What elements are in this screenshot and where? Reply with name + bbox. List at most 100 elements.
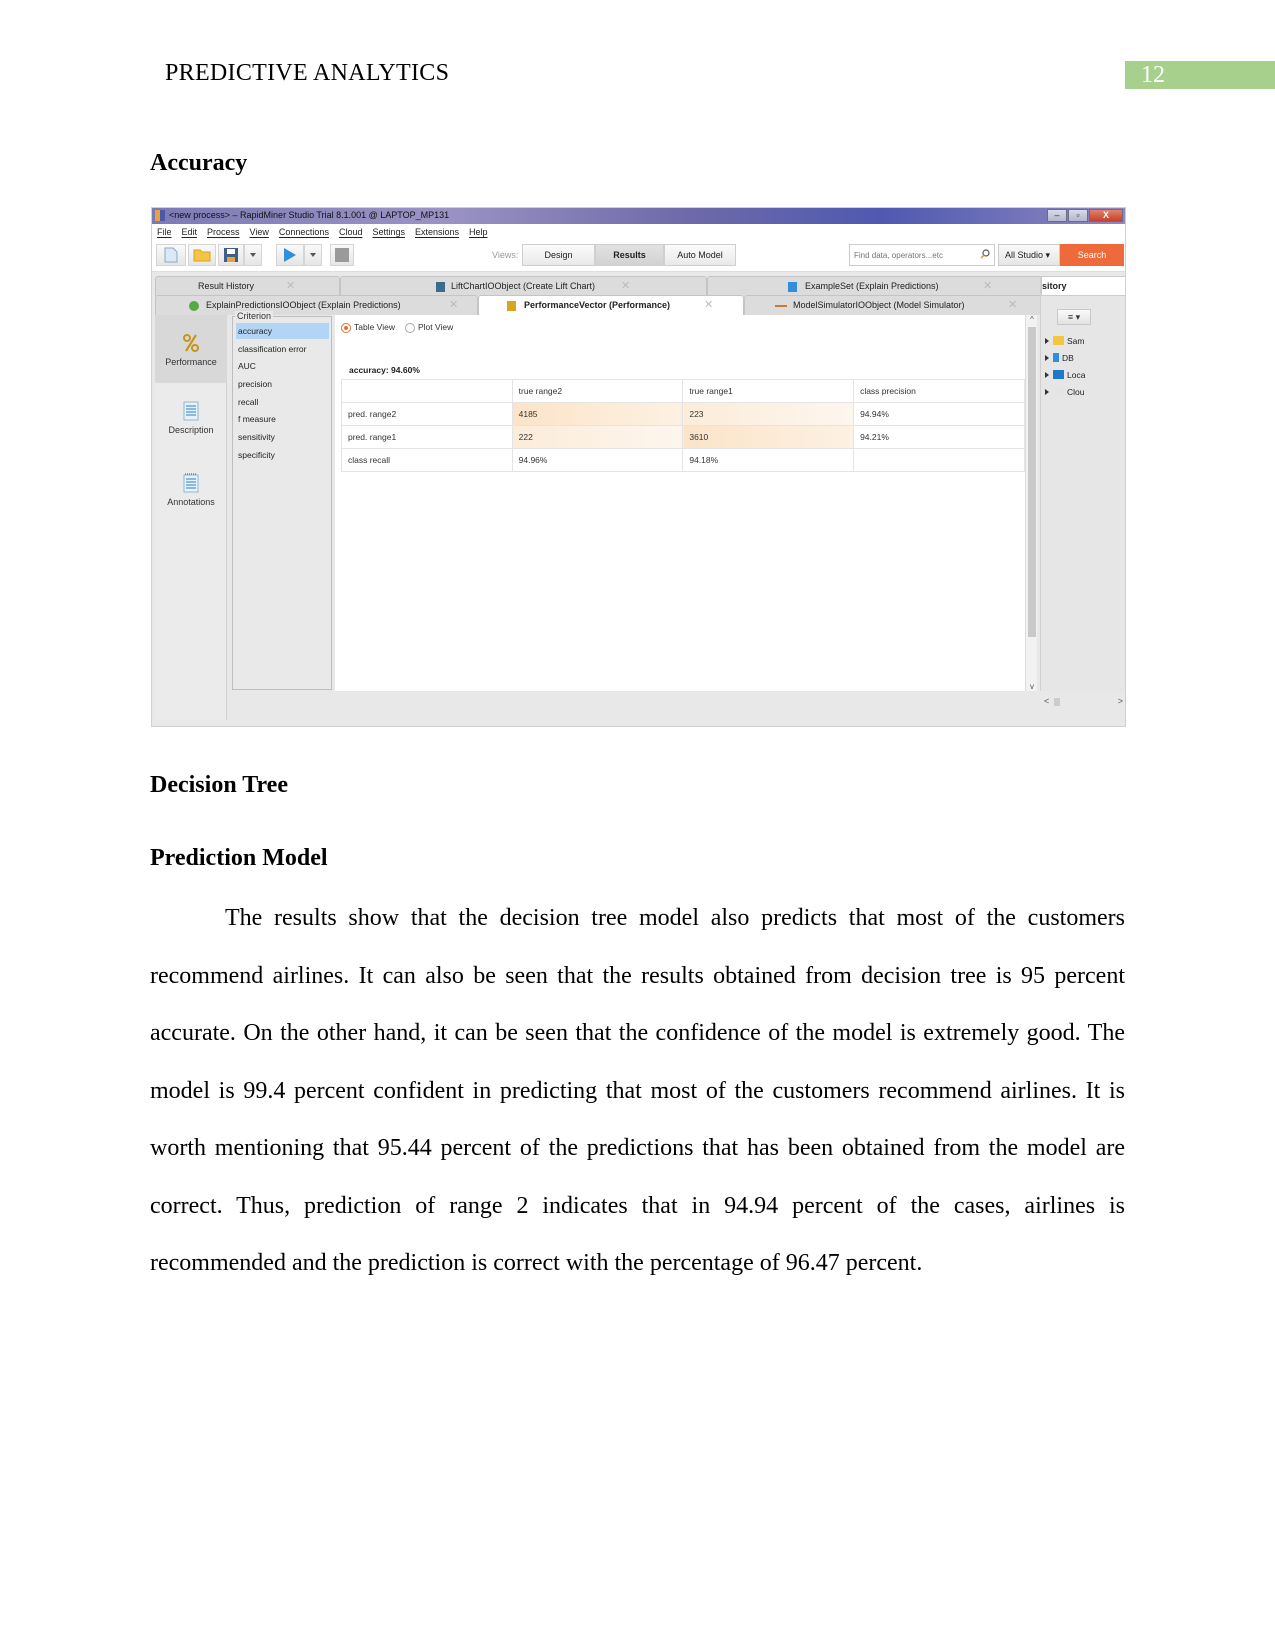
table-row: class recall 94.96% 94.18% <box>341 448 1025 472</box>
repository-panel: sitory ≡ ▾ Sam DB Loca Clou <box>1040 276 1125 691</box>
tab-result-history[interactable]: Result History ✕ <box>155 276 340 296</box>
repository-tab[interactable]: sitory <box>1041 276 1125 296</box>
criterion-item[interactable]: sensitivity <box>236 429 329 445</box>
toolbar: Views: Design Results Auto Model All Stu… <box>152 240 1125 272</box>
repository-item-samples[interactable]: Sam <box>1045 334 1084 348</box>
criterion-title: Criterion <box>235 311 274 321</box>
minimize-button[interactable]: – <box>1047 209 1067 222</box>
close-tab-icon[interactable]: ✕ <box>286 277 295 296</box>
repository-item-label: Loca <box>1067 370 1086 380</box>
close-tab-icon[interactable]: ✕ <box>449 296 458 315</box>
search-input[interactable] <box>849 244 995 266</box>
close-tab-icon[interactable]: ✕ <box>1008 296 1017 315</box>
scrollbar-thumb[interactable] <box>1054 698 1060 706</box>
tab-explain-predictions[interactable]: ExplainPredictionsIOObject (Explain Pred… <box>155 295 478 315</box>
menu-cloud[interactable]: Cloud <box>339 224 363 240</box>
sidebar-item-annotations[interactable]: Annotations <box>155 455 227 523</box>
tab-model-simulator[interactable]: ModelSimulatorIOObject (Model Simulator)… <box>744 295 1044 315</box>
save-icon <box>224 248 238 262</box>
vertical-scrollbar[interactable]: ^ v <box>1025 315 1037 691</box>
table-cell: 94.18% <box>682 448 855 472</box>
view-auto-model-button[interactable]: Auto Model <box>664 244 736 266</box>
scroll-up-icon[interactable]: ^ <box>1027 315 1037 324</box>
rapidminer-app-icon <box>155 210 165 221</box>
result-view-sidebar: Performance Description Annotations <box>155 315 227 720</box>
tab-example-set[interactable]: ExampleSet (Explain Predictions) ✕ <box>707 276 1057 296</box>
table-cell: 94.96% <box>511 448 684 472</box>
view-design-button[interactable]: Design <box>522 244 595 266</box>
menu-settings[interactable]: Settings <box>372 224 405 240</box>
expand-caret-icon[interactable] <box>1045 372 1049 378</box>
folder-icon <box>1053 336 1064 345</box>
expand-caret-icon[interactable] <box>1045 389 1049 395</box>
criterion-item[interactable]: classification error <box>236 341 329 357</box>
accuracy-label: accuracy: 94.60% <box>349 365 420 375</box>
expand-caret-icon[interactable] <box>1045 338 1049 344</box>
criterion-item[interactable]: f measure <box>236 411 329 427</box>
performance-table-view: Table View Plot View accuracy: 94.60% tr… <box>335 315 1025 691</box>
run-dropdown-button[interactable] <box>304 244 322 266</box>
sidebar-item-description[interactable]: Description <box>155 385 227 453</box>
menu-connections[interactable]: Connections <box>279 224 329 240</box>
menu-process[interactable]: Process <box>207 224 240 240</box>
maximize-button[interactable]: ▫ <box>1068 209 1088 222</box>
repository-item-local[interactable]: Loca <box>1045 368 1085 382</box>
tab-label: ModelSimulatorIOObject (Model Simulator) <box>793 300 965 310</box>
menu-view[interactable]: View <box>250 224 269 240</box>
close-tab-icon[interactable]: ✕ <box>621 277 630 296</box>
run-button[interactable] <box>276 244 304 266</box>
table-header-cell: true range2 <box>511 379 684 403</box>
open-button[interactable] <box>188 244 216 266</box>
scroll-down-icon[interactable]: v <box>1027 682 1037 691</box>
document-icon <box>183 401 199 421</box>
close-tab-icon[interactable]: ✕ <box>983 277 992 296</box>
criterion-item[interactable]: recall <box>236 394 329 410</box>
expand-caret-icon[interactable] <box>1045 355 1049 361</box>
scroll-left-icon[interactable]: < <box>1044 696 1049 706</box>
result-tabs-row-2: ExplainPredictionsIOObject (Explain Pred… <box>155 295 1044 315</box>
tab-label: Result History <box>198 281 255 291</box>
horizontal-scrollbar[interactable]: < > <box>1042 696 1125 708</box>
criterion-item[interactable]: specificity <box>236 447 329 463</box>
scrollbar-thumb[interactable] <box>1028 327 1036 637</box>
close-window-button[interactable]: X <box>1089 209 1123 222</box>
repository-item-cloud[interactable]: Clou <box>1045 385 1084 399</box>
table-cell <box>853 448 1025 472</box>
table-cell: pred. range2 <box>341 402 513 426</box>
percent-icon <box>183 334 199 352</box>
tab-label: PerformanceVector (Performance) <box>524 300 671 310</box>
open-folder-icon <box>193 249 211 262</box>
table-header-cell <box>341 379 513 403</box>
criterion-list: Criterion accuracy classification error … <box>232 311 332 690</box>
window-title: <new process> – RapidMiner Studio Trial … <box>169 210 450 220</box>
stop-button[interactable] <box>330 244 354 266</box>
criterion-item[interactable]: precision <box>236 376 329 392</box>
result-tabs-row-1: Result History ✕ LiftChartIOObject (Crea… <box>155 276 1057 296</box>
run-icon <box>284 248 296 262</box>
close-tab-icon[interactable]: ✕ <box>704 296 713 315</box>
search-button[interactable]: Search <box>1060 244 1124 266</box>
search-scope-select[interactable]: All Studio ▾ <box>998 244 1060 266</box>
search-icon[interactable] <box>980 249 990 259</box>
save-button[interactable] <box>218 244 244 266</box>
criterion-item[interactable]: AUC <box>236 358 329 374</box>
tab-performance-vector[interactable]: PerformanceVector (Performance) ✕ <box>478 295 744 315</box>
save-dropdown-button[interactable] <box>244 244 262 266</box>
menu-extensions[interactable]: Extensions <box>415 224 459 240</box>
confusion-matrix-table: true range2 true range1 class precision … <box>341 379 1025 472</box>
menu-file[interactable]: File <box>157 224 172 240</box>
repository-item-db[interactable]: DB <box>1045 351 1074 365</box>
tab-lift-chart[interactable]: LiftChartIOObject (Create Lift Chart) ✕ <box>340 276 707 296</box>
repository-menu-button[interactable]: ≡ ▾ <box>1057 309 1091 325</box>
menu-help[interactable]: Help <box>469 224 488 240</box>
repository-item-label: DB <box>1062 353 1074 363</box>
section-heading-decision-tree: Decision Tree <box>150 772 288 798</box>
view-results-button[interactable]: Results <box>595 244 664 266</box>
scroll-right-icon[interactable]: > <box>1118 696 1123 706</box>
criterion-item-accuracy[interactable]: accuracy <box>236 323 329 339</box>
menu-edit[interactable]: Edit <box>182 224 198 240</box>
table-cell: 4185 <box>511 402 684 426</box>
new-process-button[interactable] <box>156 244 186 266</box>
section-heading-accuracy: Accuracy <box>150 150 248 176</box>
sidebar-item-performance[interactable]: Performance <box>155 315 227 383</box>
